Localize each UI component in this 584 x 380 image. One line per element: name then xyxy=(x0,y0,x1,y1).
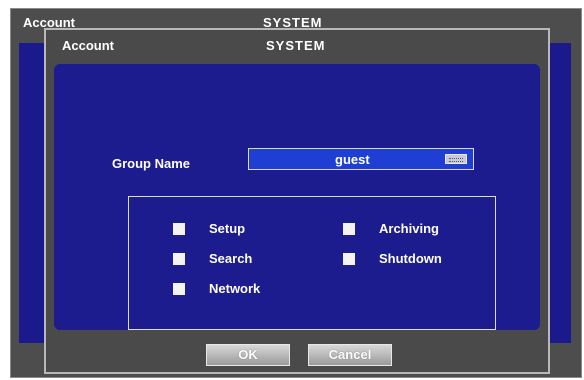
network-label: Network xyxy=(209,281,261,296)
dialog-title: Account xyxy=(62,38,114,53)
group-name-label: Group Name xyxy=(112,156,191,171)
shutdown-label: Shutdown xyxy=(379,251,442,266)
ok-button[interactable]: OK xyxy=(206,344,290,366)
shutdown-checkbox[interactable] xyxy=(343,253,355,265)
dialog-system-label: SYSTEM xyxy=(266,38,326,53)
search-label: Search xyxy=(209,251,253,266)
dialog-body: Group Name guest Setup Archiving Search … xyxy=(54,64,540,330)
group-name-value: guest xyxy=(335,152,370,167)
archiving-label: Archiving xyxy=(379,221,439,236)
setup-label: Setup xyxy=(209,221,246,236)
keyboard-icon[interactable] xyxy=(445,154,467,164)
archiving-checkbox[interactable] xyxy=(343,223,355,235)
cancel-button[interactable]: Cancel xyxy=(308,344,392,366)
group-name-field[interactable]: guest xyxy=(248,148,474,170)
account-dialog: Account SYSTEM Group Name guest Setup Ar… xyxy=(44,28,550,374)
network-checkbox[interactable] xyxy=(173,283,185,295)
permissions-box: Setup Archiving Search Shutdown Network xyxy=(128,196,496,330)
search-checkbox[interactable] xyxy=(173,253,185,265)
setup-checkbox[interactable] xyxy=(173,223,185,235)
